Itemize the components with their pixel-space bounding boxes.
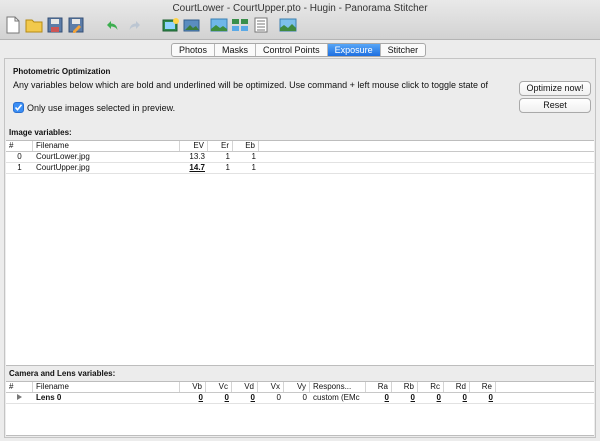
col-rd[interactable]: Rd [444, 382, 470, 392]
col-index[interactable]: # [6, 382, 33, 392]
col-response[interactable]: Respons... [310, 382, 366, 392]
col-rb[interactable]: Rb [392, 382, 418, 392]
col-vc[interactable]: Vc [206, 382, 232, 392]
stitcher-icon[interactable] [279, 16, 297, 34]
row-eb[interactable]: 1 [233, 152, 259, 162]
row-er[interactable]: 1 [208, 152, 233, 162]
col-rc[interactable]: Rc [418, 382, 444, 392]
lens-rb[interactable]: 0 [392, 393, 418, 403]
col-vx[interactable]: Vx [258, 382, 284, 392]
col-ev[interactable]: EV [180, 141, 208, 151]
lens-vc[interactable]: 0 [206, 393, 232, 403]
lens-ra[interactable]: 0 [366, 393, 392, 403]
table-row[interactable]: 0 CourtLower.jpg 13.3 1 1 [6, 152, 594, 163]
col-er[interactable]: Er [208, 141, 233, 151]
save-icon[interactable] [46, 16, 64, 34]
row-er[interactable]: 1 [208, 163, 233, 173]
image-variables-grid: # Filename EV Er Eb 0 CourtLower.jpg 13.… [6, 140, 594, 366]
lens-vd[interactable]: 0 [232, 393, 258, 403]
tab-masks[interactable]: Masks [215, 44, 257, 56]
row-filename: CourtLower.jpg [36, 152, 90, 161]
lens-name: Lens 0 [36, 393, 62, 402]
only-selected-checkbox-row[interactable]: Only use images selected in preview. [13, 102, 175, 113]
lens-rc[interactable]: 0 [418, 393, 444, 403]
only-selected-label: Only use images selected in preview. [27, 102, 176, 113]
row-index: 1 [17, 163, 22, 172]
lens-vx[interactable]: 0 [258, 393, 284, 403]
lens-re[interactable]: 0 [470, 393, 496, 403]
row-ev[interactable]: 13.3 [180, 152, 208, 162]
photometric-heading: Photometric Optimization [13, 67, 111, 76]
col-filename[interactable]: Filename [33, 382, 180, 392]
lens-vy[interactable]: 0 [284, 393, 310, 403]
lens-variables-grid: # Filename Vb Vc Vd Vx Vy Respons... Ra … [6, 381, 594, 436]
optimize-now-button[interactable]: Optimize now! [519, 81, 591, 96]
col-eb[interactable]: Eb [233, 141, 259, 151]
title-bar: CourtLower - CourtUpper.pto - Hugin - Pa… [0, 0, 600, 40]
open-folder-icon[interactable] [25, 16, 43, 34]
col-vd[interactable]: Vd [232, 382, 258, 392]
tab-control-points[interactable]: Control Points [256, 44, 328, 56]
tab-stitcher[interactable]: Stitcher [381, 44, 426, 56]
redo-icon[interactable] [125, 16, 143, 34]
col-vb[interactable]: Vb [180, 382, 206, 392]
row-eb[interactable]: 1 [233, 163, 259, 173]
expand-triangle-icon[interactable] [6, 393, 33, 403]
lens-rd[interactable]: 0 [444, 393, 470, 403]
table-row[interactable]: 1 CourtUpper.jpg 14.7 1 1 [6, 163, 594, 174]
table-row[interactable]: Lens 0 0 0 0 0 0 custom (EMc 0 0 0 0 0 [6, 393, 594, 404]
col-ra[interactable]: Ra [366, 382, 392, 392]
lens-variables-heading: Camera and Lens variables: [9, 369, 116, 378]
lens-vb[interactable]: 0 [180, 393, 206, 403]
col-re[interactable]: Re [470, 382, 496, 392]
toolbar [4, 13, 300, 37]
image-grid-header: # Filename EV Er Eb [6, 141, 594, 152]
undo-icon[interactable] [104, 16, 122, 34]
col-filename[interactable]: Filename [33, 141, 180, 151]
row-filename: CourtUpper.jpg [36, 163, 90, 172]
save-as-icon[interactable] [67, 16, 85, 34]
photometric-description: Any variables below which are bold and u… [13, 80, 489, 90]
only-selected-checkbox[interactable] [13, 102, 24, 113]
new-file-icon[interactable] [4, 16, 22, 34]
reset-button[interactable]: Reset [519, 98, 591, 113]
fast-preview-icon[interactable] [162, 16, 180, 34]
lens-response[interactable]: custom (EMc [310, 393, 366, 403]
lens-grid-header: # Filename Vb Vc Vd Vx Vy Respons... Ra … [6, 382, 594, 393]
row-index: 0 [17, 152, 22, 161]
exposure-panel: Photometric Optimization Any variables b… [4, 58, 596, 438]
col-index[interactable]: # [6, 141, 33, 151]
preview-icon[interactable] [183, 16, 201, 34]
tab-bar: Photos Masks Control Points Exposure Sti… [171, 43, 427, 57]
image-variables-heading: Image variables: [9, 128, 72, 137]
tab-photos[interactable]: Photos [172, 44, 216, 56]
checkmark-icon [14, 104, 23, 111]
row-ev[interactable]: 14.7 [180, 163, 208, 173]
col-vy[interactable]: Vy [284, 382, 310, 392]
list-icon[interactable] [252, 16, 270, 34]
assistant-icon[interactable] [210, 16, 228, 34]
tab-exposure[interactable]: Exposure [327, 44, 381, 56]
stitch-layout-icon[interactable] [231, 16, 249, 34]
